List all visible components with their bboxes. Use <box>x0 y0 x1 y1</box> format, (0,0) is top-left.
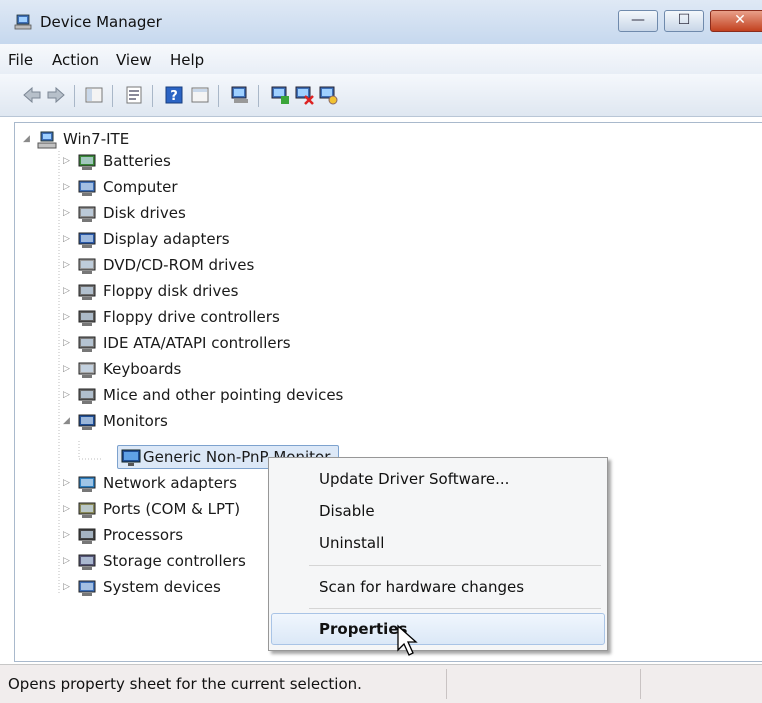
menu-item-properties[interactable]: Properties <box>319 620 407 638</box>
expand-arrow-icon[interactable]: ▷ <box>63 209 72 218</box>
mouse-icon <box>78 388 96 404</box>
status-pane-separator <box>640 669 641 699</box>
expand-arrow-icon[interactable]: ▷ <box>63 339 72 348</box>
menu-bar: File Action View Help <box>0 44 762 74</box>
window-title: Device Manager <box>40 13 162 31</box>
status-text: Opens property sheet for the current sel… <box>8 675 362 693</box>
menu-item-uninstall[interactable]: Uninstall <box>319 534 384 552</box>
uninstall-icon[interactable] <box>294 85 314 105</box>
expand-arrow-icon[interactable]: ▷ <box>63 183 72 192</box>
expand-arrow-icon[interactable]: ▷ <box>63 365 72 374</box>
floppy-controller-icon <box>78 310 96 326</box>
storage-controller-icon <box>78 554 96 570</box>
toolbar-separator <box>112 85 113 107</box>
minimize-icon: — <box>631 12 645 28</box>
tree-node-label: Disk drives <box>103 204 186 222</box>
context-menu: Update Driver Software... Disable Uninst… <box>268 457 608 651</box>
expand-arrow-icon[interactable]: ▷ <box>63 557 72 566</box>
maximize-icon: ☐ <box>677 12 691 28</box>
svg-text:?: ? <box>170 89 178 104</box>
expand-arrow-icon[interactable]: ▷ <box>63 313 72 322</box>
tree-node-label: Floppy disk drives <box>103 282 239 300</box>
computer-icon <box>78 180 96 196</box>
back-arrow-icon[interactable] <box>22 85 42 105</box>
expand-arrow-icon[interactable]: ▷ <box>63 391 72 400</box>
toolbar-separator <box>258 85 259 107</box>
collapse-arrow-icon[interactable]: ◢ <box>63 417 72 426</box>
ide-controller-icon <box>78 336 96 352</box>
toolbar-separator <box>218 85 219 107</box>
context-menu-separator <box>309 608 601 609</box>
floppy-drive-icon <box>78 284 96 300</box>
processor-icon <box>78 528 96 544</box>
expand-arrow-icon[interactable]: ▷ <box>63 505 72 514</box>
close-icon: ✕ <box>734 12 746 28</box>
tree-node-label: Network adapters <box>103 474 237 492</box>
disable-icon[interactable] <box>318 85 338 105</box>
tree-node-label: DVD/CD-ROM drives <box>103 256 255 274</box>
tree-node-label: Computer <box>103 178 178 196</box>
toolbar: ? <box>0 74 762 117</box>
disk-drive-icon <box>78 206 96 222</box>
forward-arrow-icon[interactable] <box>46 85 66 105</box>
tree-node-label: System devices <box>103 578 221 596</box>
tree-node-label: Floppy drive controllers <box>103 308 280 326</box>
context-menu-separator <box>309 565 601 566</box>
view-icon[interactable] <box>190 85 210 105</box>
show-hide-tree-icon[interactable] <box>84 85 104 105</box>
expand-arrow-icon[interactable]: ▷ <box>63 479 72 488</box>
maximize-button[interactable]: ☐ <box>664 10 704 32</box>
toolbar-separator <box>74 85 75 107</box>
properties-icon[interactable] <box>124 85 144 105</box>
system-devices-icon <box>78 580 96 596</box>
battery-icon <box>78 154 96 170</box>
keyboard-icon <box>78 362 96 378</box>
title-bar[interactable]: Device Manager — ☐ ✕ <box>0 0 762 44</box>
tree-node-label: IDE ATA/ATAPI controllers <box>103 334 291 352</box>
computer-root-icon <box>37 131 57 149</box>
display-adapter-icon <box>78 232 96 248</box>
tree-node-label: Mice and other pointing devices <box>103 386 344 404</box>
expand-arrow-icon[interactable]: ▷ <box>63 261 72 270</box>
help-icon[interactable]: ? <box>164 85 184 105</box>
tree-node-label: Processors <box>103 526 184 544</box>
menu-view[interactable]: View <box>116 51 152 69</box>
menu-item-update-driver[interactable]: Update Driver Software... <box>319 470 509 488</box>
device-manager-icon <box>14 14 32 30</box>
expand-arrow-icon[interactable]: ▷ <box>63 583 72 592</box>
toolbar-separator <box>152 85 153 107</box>
network-adapter-icon <box>78 476 96 492</box>
tree-node-label: Monitors <box>103 412 168 430</box>
update-driver-icon[interactable] <box>270 85 290 105</box>
tree-node-label: Batteries <box>103 152 171 170</box>
port-icon <box>78 502 96 518</box>
menu-item-disable[interactable]: Disable <box>319 502 375 520</box>
close-button[interactable]: ✕ <box>710 10 762 32</box>
scan-hardware-icon[interactable] <box>230 85 250 105</box>
monitor-icon <box>78 414 96 430</box>
menu-item-scan-hardware[interactable]: Scan for hardware changes <box>319 578 524 596</box>
menu-file[interactable]: File <box>8 51 33 69</box>
tree-node-label: Keyboards <box>103 360 182 378</box>
tree-node-label: Storage controllers <box>103 552 246 570</box>
dvd-drive-icon <box>78 258 96 274</box>
status-pane-separator <box>446 669 447 699</box>
collapse-arrow-icon[interactable]: ◢ <box>23 135 32 144</box>
menu-help[interactable]: Help <box>170 51 204 69</box>
expand-arrow-icon[interactable]: ▷ <box>63 235 72 244</box>
tree-node-label: Ports (COM & LPT) <box>103 500 241 518</box>
mouse-cursor-icon <box>397 624 418 656</box>
expand-arrow-icon[interactable]: ▷ <box>63 531 72 540</box>
menu-action[interactable]: Action <box>52 51 99 69</box>
status-bar: Opens property sheet for the current sel… <box>0 664 762 703</box>
tree-node-label: Display adapters <box>103 230 230 248</box>
minimize-button[interactable]: — <box>618 10 658 32</box>
expand-arrow-icon[interactable]: ▷ <box>63 157 72 166</box>
monitor-icon <box>121 449 141 466</box>
tree-root-label: Win7-ITE <box>63 130 130 148</box>
expand-arrow-icon[interactable]: ▷ <box>63 287 72 296</box>
